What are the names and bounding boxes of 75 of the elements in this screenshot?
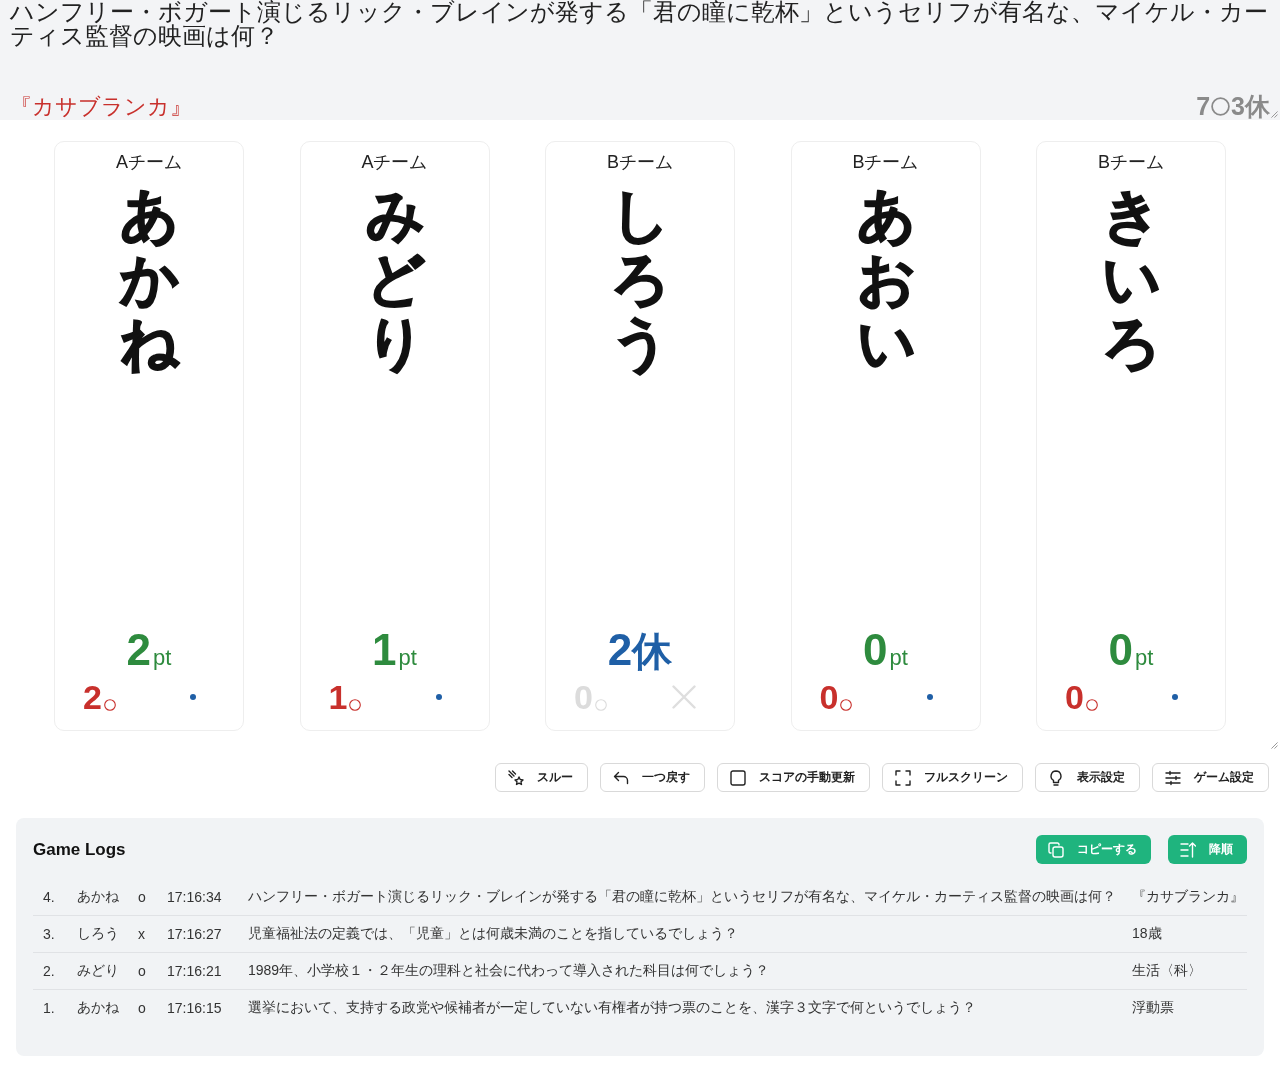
- question-text: 1989年、小学校１・２年生の理科と社会に代わって導入された科目は何でしょう？: [238, 952, 1122, 990]
- result-mark: o: [128, 989, 157, 1026]
- score-text: 2pt: [126, 628, 172, 672]
- correct-count: 7: [1196, 92, 1211, 120]
- result-mark: o: [128, 952, 157, 990]
- player-name: あかね: [67, 879, 128, 916]
- question-text: ハンフリー・ボガート演じるリック・ブレインが発する「君の瞳に乾杯」というセリフが有名な、マイケル・カーティス監督の映画は何？: [10, 0, 1269, 48]
- correct-count: 2: [83, 680, 102, 714]
- circle-mark-icon: [840, 699, 853, 711]
- log-time: 17:16:34: [157, 879, 238, 916]
- checkbox-icon: [730, 769, 746, 786]
- score-text: 0 pt: [863, 628, 908, 672]
- status-dot-icon: [435, 694, 442, 700]
- player-name: みどり: [67, 952, 128, 990]
- circle-mark-icon: [103, 699, 116, 711]
- player-name: みどり: [365, 183, 424, 375]
- log-time: 17:16:21: [157, 952, 238, 990]
- undo-button[interactable]: 一つ戻す: [600, 763, 705, 792]
- score-text: 2休: [607, 628, 673, 672]
- answer-text: 『カサブランカ』: [1122, 879, 1247, 916]
- question-text: ハンフリー・ボガート演じるリック・ブレインが発する「君の瞳に乾杯」というセリフが有名な、マイケル・カーティス監督の映画は何？: [238, 879, 1122, 916]
- status-dot-icon: [190, 694, 196, 700]
- result-mark: o: [128, 879, 157, 916]
- question-text: 児童福祉法の定義では、「児童」とは何歳未満のことを指しているでしょう？: [238, 915, 1122, 953]
- team-label: Bチーム: [607, 151, 673, 173]
- correct-count: 0: [819, 680, 839, 714]
- score-text: 1pt: [372, 628, 417, 672]
- circle-mark-icon: [349, 699, 362, 711]
- panel-title: Game Logs: [33, 839, 126, 860]
- player-name: しろう: [67, 915, 128, 953]
- sort-icon: [1180, 841, 1196, 858]
- team-label: Bチーム: [852, 151, 919, 173]
- team-label: Aチーム: [361, 151, 428, 173]
- team-label: Aチーム: [116, 151, 182, 173]
- question-text: 選挙において、支持する政党や候補者が一定していない有権者が持つ票のことを、漢字３文字で何というでしょう？: [238, 989, 1122, 1026]
- answer-text: 生活〈科〉: [1122, 952, 1247, 990]
- fullscreen-icon: [895, 769, 911, 786]
- copy-icon: [1048, 841, 1064, 858]
- fullscreen-button[interactable]: フルスクリーン: [882, 763, 1023, 792]
- player-name: きいろ: [1102, 183, 1160, 375]
- player-name: あかね: [67, 989, 128, 1026]
- rest-count: 3休: [1231, 92, 1270, 120]
- circle-mark-icon: [1211, 96, 1231, 116]
- undo-icon: [613, 769, 629, 786]
- player-name: あおい: [856, 183, 915, 375]
- resize-grip-icon: [1271, 742, 1278, 749]
- answer-text: 18歳: [1122, 915, 1247, 953]
- status-dot-icon: [926, 694, 933, 700]
- correct-count: 0: [1065, 680, 1084, 714]
- circle-mark-icon: [1085, 699, 1098, 711]
- sliders-icon: [1165, 769, 1181, 786]
- lightbulb-icon: [1048, 769, 1064, 786]
- answer-text: 浮動票: [1122, 989, 1247, 1026]
- team-label: Bチーム: [1098, 151, 1164, 173]
- game-settings-button[interactable]: ゲーム設定: [1152, 763, 1269, 792]
- score-text: 0 pt: [1108, 628, 1154, 672]
- player-name: しろう: [611, 183, 669, 375]
- answer-text: 『カサブランカ』: [10, 94, 192, 120]
- skip-button[interactable]: スルー: [495, 763, 588, 792]
- status-dot-icon: [1172, 694, 1178, 700]
- manual-update-button[interactable]: スコアの手動更新: [717, 763, 870, 792]
- shooting-star-icon: [508, 769, 524, 786]
- row-number: 4.: [33, 879, 67, 916]
- display-settings-button[interactable]: 表示設定: [1035, 763, 1140, 792]
- log-time: 17:16:27: [157, 915, 238, 953]
- result-mark: x: [128, 915, 157, 953]
- log-time: 17:16:15: [157, 989, 238, 1026]
- row-number: 3.: [33, 915, 67, 953]
- resize-grip-icon: [1271, 111, 1278, 118]
- row-number: 1.: [33, 989, 67, 1026]
- correct-count: 1: [328, 680, 348, 714]
- circle-mark-icon: [594, 699, 607, 711]
- player-name: あかね: [120, 183, 178, 375]
- row-number: 2.: [33, 952, 67, 990]
- cross-icon: [672, 685, 696, 709]
